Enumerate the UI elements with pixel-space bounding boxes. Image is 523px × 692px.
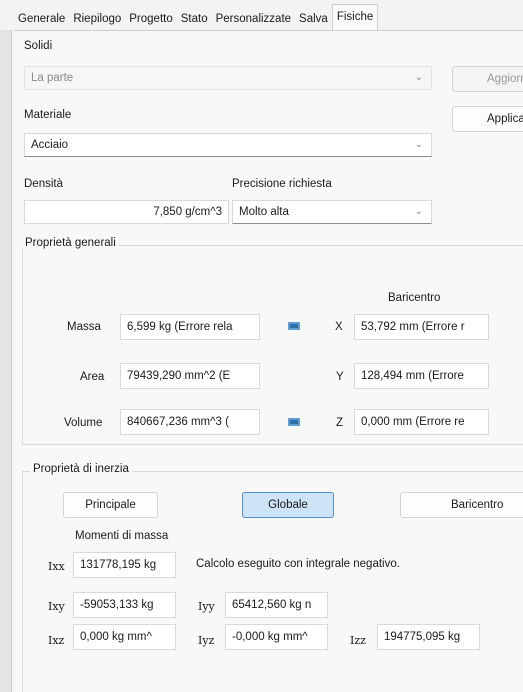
- applica-button[interactable]: Applica: [452, 106, 523, 132]
- tab-bar: Generale Riepilogo Progetto Stato Person…: [14, 4, 379, 30]
- solidi-select[interactable]: La parte ⌄: [24, 66, 432, 90]
- y-label: Y: [336, 371, 344, 383]
- window-left-edge: [0, 30, 12, 692]
- massa-label: Massa: [67, 321, 101, 333]
- copy-icon[interactable]: [288, 322, 300, 330]
- materiale-label: Materiale: [24, 109, 72, 121]
- tab-riepilogo[interactable]: Riepilogo: [69, 8, 125, 30]
- densita-field: 7,850 g/cm^3: [24, 200, 229, 224]
- tab-salva[interactable]: Salva: [295, 8, 332, 30]
- x-label: X: [335, 321, 343, 333]
- ixz-field: 0,000 kg mm^: [73, 624, 176, 650]
- precisione-value: Molto alta: [239, 206, 289, 218]
- ixx-label: Ixx: [48, 560, 65, 573]
- precisione-select[interactable]: Molto alta ⌄: [232, 200, 432, 224]
- iyz-field: -0,000 kg mm^: [225, 624, 328, 650]
- chevron-down-icon: ⌄: [414, 139, 423, 150]
- ixy-field: -59053,133 kg: [73, 592, 176, 618]
- globale-button[interactable]: Globale: [242, 492, 334, 518]
- izz-label: Izz: [350, 634, 366, 647]
- tab-progetto[interactable]: Progetto: [125, 8, 176, 30]
- proprieta-inerzia-title: Proprietà di inerzia: [30, 463, 132, 475]
- izz-field: 194775,095 kg: [377, 624, 480, 650]
- iyy-label: Iyy: [198, 600, 215, 613]
- baricentro-x-field: 53,792 mm (Errore r: [354, 314, 489, 340]
- area-field: 79439,290 mm^2 (E: [120, 363, 260, 389]
- principale-button[interactable]: Principale: [63, 492, 158, 518]
- baricentro-label: Baricentro: [388, 292, 441, 304]
- tab-personalizzate[interactable]: Personalizzate: [212, 8, 295, 30]
- aggiorna-button[interactable]: Aggiorna: [452, 66, 523, 92]
- copy-icon[interactable]: [288, 418, 300, 426]
- volume-label: Volume: [64, 417, 103, 429]
- baricentro-z-field: 0,000 mm (Errore re: [354, 409, 489, 435]
- materiale-value: Acciaio: [31, 139, 69, 151]
- proprieta-generali-title: Proprietà generali: [22, 237, 119, 249]
- chevron-down-icon: ⌄: [414, 72, 423, 83]
- solidi-label: Solidi: [24, 40, 53, 52]
- densita-label: Densità: [24, 178, 63, 190]
- ixx-field: 131778,195 kg: [73, 552, 176, 578]
- materiale-select[interactable]: Acciaio ⌄: [24, 133, 432, 157]
- z-label: Z: [336, 417, 344, 429]
- area-label: Area: [80, 371, 105, 383]
- chevron-down-icon: ⌄: [414, 206, 423, 217]
- baricentro-y-field: 128,494 mm (Errore: [354, 363, 489, 389]
- ixy-label: Ixy: [48, 600, 65, 613]
- calcolo-note: Calcolo eseguito con integrale negativo.: [196, 558, 400, 570]
- tab-fisiche[interactable]: Fisiche: [331, 4, 379, 30]
- solidi-value: La parte: [31, 72, 74, 84]
- precisione-label: Precisione richiesta: [232, 178, 332, 190]
- tab-generale[interactable]: Generale: [14, 8, 69, 30]
- momenti-label: Momenti di massa: [75, 530, 169, 542]
- tab-stato[interactable]: Stato: [177, 8, 212, 30]
- massa-field: 6,599 kg (Errore rela: [120, 314, 260, 340]
- iyz-label: Iyz: [198, 634, 215, 647]
- iyy-field: 65412,560 kg n: [225, 592, 328, 618]
- baricentro-button[interactable]: Baricentro: [400, 492, 523, 518]
- ixz-label: Ixz: [48, 634, 65, 647]
- volume-field: 840667,236 mm^3 (: [120, 409, 260, 435]
